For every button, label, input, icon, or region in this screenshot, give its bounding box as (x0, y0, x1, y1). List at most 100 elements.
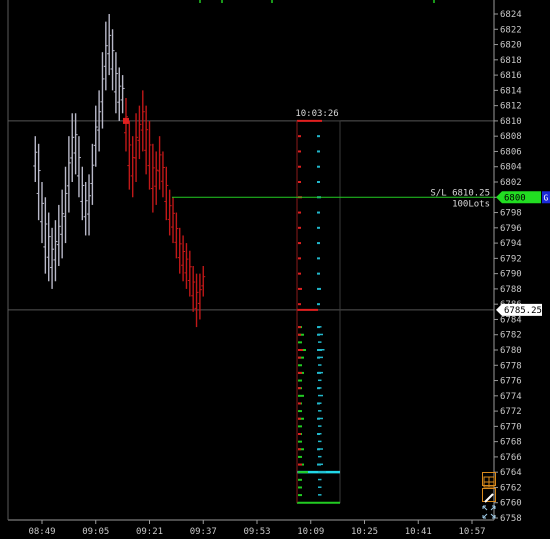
ladder-ask-cyan (317, 356, 320, 359)
dom-ladder[interactable]: 10:03:26 (295, 109, 341, 504)
ladder-ask-size (298, 326, 301, 329)
draw-line-icon[interactable] (482, 488, 496, 503)
ladder-bid-size (298, 486, 302, 489)
y-tick-label: 6776 (500, 377, 522, 387)
ladder-ask-size (298, 242, 301, 245)
ladder-ask-cyan (317, 349, 322, 351)
y-tick-label: 6778 (500, 361, 522, 371)
ladder-ask-size (298, 165, 301, 168)
x-tick-label: 09:05 (82, 527, 109, 537)
x-tick-label: 09:37 (190, 527, 217, 537)
ladder-ask-cyan (317, 165, 320, 168)
ladder-bid-cyan (318, 425, 322, 427)
ladder-ask-size (298, 333, 301, 336)
expand-icon[interactable] (482, 504, 496, 519)
y-tick-label: 6772 (500, 407, 522, 417)
y-tick-label: 6816 (500, 71, 522, 81)
price-bars (33, 14, 206, 328)
y-tick-label: 6788 (500, 285, 522, 295)
ladder-ask-size (298, 402, 301, 405)
lots-label: 100Lots (452, 199, 490, 209)
ladder-ask-cyan (317, 150, 320, 153)
ladder-ask-size (298, 272, 301, 275)
ladder-ask-cyan (317, 417, 320, 420)
ladder-ask-cyan (317, 371, 321, 374)
overlays: S/L 6810.25100Lots 6800 G 6785.25 (172, 0, 550, 316)
ladder-ask-size (298, 448, 301, 451)
ladder-ask-size (298, 211, 301, 214)
ladder-ask-size (298, 226, 301, 229)
current-tag-suffix: G (544, 193, 549, 202)
y-tick-label: 6768 (500, 438, 522, 448)
ladder-bid-size (298, 364, 302, 367)
ladder-ask-size (298, 463, 302, 466)
entry-marker (122, 117, 129, 124)
ladder-bid-cyan (318, 478, 322, 481)
ladder-bid-cyan (318, 486, 322, 488)
y-tick-label: 6780 (500, 346, 522, 356)
y-tick-label: 6758 (500, 514, 522, 524)
ladder-bid-size (298, 410, 302, 413)
ladder-ask-cyan (317, 135, 320, 138)
ladder-ask-cyan (317, 272, 320, 275)
ladder-ask-cyan (317, 257, 320, 260)
ladder-bid-cyan (318, 471, 326, 473)
y-tick-label: 6764 (500, 468, 522, 478)
y-tick-label: 6812 (500, 102, 522, 112)
ladder-bid-cyan (318, 455, 322, 458)
y-tick-label: 6810 (500, 117, 522, 127)
ladder-bid-cyan (318, 364, 322, 366)
ladder-bid-size (298, 471, 308, 474)
ladder-ask-size (298, 371, 302, 374)
ladder-ask-cyan (317, 433, 320, 435)
y-tick-label: 6802 (500, 178, 522, 188)
grid-layer (8, 120, 494, 311)
ladder-bid-size (298, 394, 304, 397)
x-tick-label: 10:41 (405, 527, 432, 537)
ladder-bid-cyan (318, 410, 322, 412)
ladder-ask-cyan (317, 402, 320, 405)
x-tick-label: 08:49 (28, 527, 55, 537)
crosshair-icon[interactable] (482, 472, 496, 488)
y-tick-label: 6820 (500, 41, 522, 51)
ladder-ask-size (298, 433, 301, 435)
ladder-ask-size (298, 356, 301, 359)
last-price-text: 6785.25 (504, 306, 542, 316)
y-tick-label: 6794 (500, 239, 522, 249)
y-tick-label: 6762 (500, 483, 522, 493)
ladder-frame[interactable] (296, 120, 341, 504)
ladder-ask-size (298, 181, 301, 183)
y-tick-label: 6792 (500, 254, 522, 264)
y-tick-label: 6766 (500, 453, 522, 463)
ladder-bid-size (298, 455, 302, 458)
ladder-bid-cyan (318, 379, 322, 382)
ladder-ask-cyan (317, 333, 320, 336)
y-tick-label: 6774 (500, 392, 522, 402)
ladder-ask-size (298, 387, 301, 390)
ladder-ask-size (298, 135, 301, 138)
y-tick-label: 6782 (500, 331, 522, 341)
x-tick-label: 10:09 (297, 527, 324, 537)
chart-canvas[interactable]: 10:03:26 6824 6822 6820 6818 6816 6814 6812 681… (0, 0, 550, 539)
ladder-bid-size (298, 341, 302, 344)
ladder-ask-cyan (317, 303, 320, 306)
ladder-ask-cyan (317, 226, 320, 229)
ladder-ask-size (298, 150, 301, 153)
ladder-ask-cyan (317, 326, 320, 329)
y-tick-label: 6808 (500, 132, 522, 142)
x-tick-label: 10:57 (458, 527, 485, 537)
price-axis: 6824 6822 6820 6818 6816 6814 6812 6810 6808 6806… (493, 0, 522, 524)
ladder-ask-cyan (317, 242, 320, 245)
y-tick-label: 6824 (500, 10, 522, 20)
ladder-ask-cyan (317, 181, 320, 183)
y-tick-label: 6804 (500, 163, 522, 173)
ladder-ask-size (298, 349, 303, 351)
ladder-ask-cyan (317, 287, 321, 290)
y-tick-label: 6798 (500, 209, 522, 219)
y-tick-label: 6818 (500, 56, 522, 66)
y-tick-label: 6796 (500, 224, 522, 234)
ladder-ask-size (298, 257, 301, 260)
time-axis: 08:49 09:05 09:21 09:37 09:53 10:09 10:25 10:41… (7, 0, 494, 537)
ladder-bid-size (298, 478, 302, 481)
ladder-ask-cyan (317, 387, 320, 390)
